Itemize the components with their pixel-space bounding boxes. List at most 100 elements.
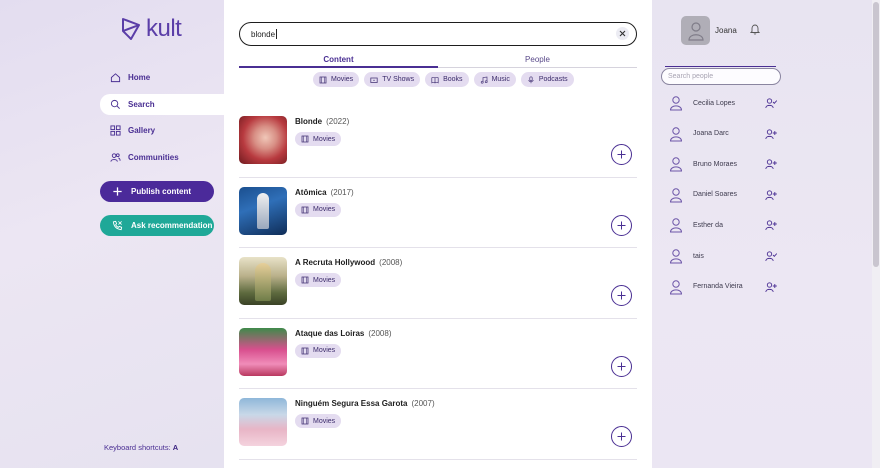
add-friend-icon[interactable] [765,281,777,293]
kult-logo-icon [122,18,140,40]
person-name[interactable]: Cecilia Lopes [693,100,765,107]
person-name[interactable]: Fernanda Vieira [693,283,765,290]
person-item[interactable]: Daniel Soares [667,186,777,204]
person-avatar[interactable] [667,155,685,173]
person-name[interactable]: Esther da [693,222,765,229]
sidebar-item-label: Search [128,100,155,109]
recommendation-icon [112,220,123,231]
close-icon [619,30,626,37]
following-icon[interactable] [765,97,777,109]
poster-image[interactable] [239,398,287,446]
publish-content-button[interactable]: Publish content [100,181,214,202]
tv-icon [370,77,378,83]
filter-chip-tv-shows[interactable]: TV Shows [364,72,421,87]
filter-chip-label: Books [443,76,463,83]
result-item[interactable]: Atômica (2017) Movies [239,178,637,248]
tab-content[interactable]: Content [239,55,438,64]
person-avatar[interactable] [667,125,685,143]
filter-chip-books[interactable]: Books [425,72,469,87]
plus-icon [617,150,626,159]
filter-chip-movies[interactable]: Movies [313,72,360,87]
user-icon [687,21,704,41]
person-avatar[interactable] [667,94,685,112]
add-button[interactable] [611,214,632,236]
search-input[interactable]: blonde [239,22,637,46]
bell-icon[interactable] [749,23,761,35]
profile-avatar[interactable] [681,16,710,45]
result-item[interactable]: Blonde (2022) Movies [239,107,637,178]
media-type-label: Movies [313,417,336,425]
person-avatar[interactable] [667,278,685,296]
person-avatar[interactable] [667,186,685,204]
add-friend-icon[interactable] [765,158,777,170]
add-button[interactable] [611,285,632,306]
poster-image[interactable] [239,327,287,376]
person-avatar[interactable] [667,216,685,234]
keyboard-shortcuts-label: Keyboard shortcuts: [104,443,171,452]
result-year: (2008) [379,258,403,267]
search-tabs: Content People [239,55,637,68]
poster-image[interactable] [239,257,287,305]
media-type-tag: Movies [295,273,342,287]
ask-recommendation-button[interactable]: Ask recommendation [100,215,214,236]
result-title-text: Ataque das Loiras [295,328,365,338]
result-title[interactable]: Ataque das Loiras (2008) [295,329,391,338]
add-friend-icon[interactable] [765,128,777,140]
clear-search-button[interactable] [616,27,629,40]
person-item[interactable]: Joana Darc [667,125,777,143]
left-sidebar: kult Home Search Gallery Communities Pub… [0,0,224,468]
result-title-text: A Recruta Hollywood [295,258,376,267]
tab-people[interactable]: People [438,55,637,64]
keyboard-shortcuts[interactable]: Keyboard shortcuts: A [104,443,178,452]
scrollbar[interactable] [872,0,880,468]
person-name[interactable]: tais [693,253,765,260]
sidebar-item-search[interactable]: Search [100,94,224,115]
logo[interactable]: kult [120,17,182,41]
person-name[interactable]: Daniel Soares [693,191,765,198]
gallery-icon [110,125,121,136]
person-item[interactable]: Fernanda Vieira [667,278,777,296]
sidebar-item-gallery[interactable]: Gallery [100,120,224,141]
plus-icon [617,221,626,229]
sidebar-item-label: Gallery [128,126,156,135]
text-cursor [276,29,278,39]
sidebar-item-home[interactable]: Home [100,67,224,88]
result-title[interactable]: Atômica (2017) [295,188,354,197]
film-icon [301,206,309,213]
person-item[interactable]: Cecilia Lopes [667,94,777,112]
result-item[interactable]: A Recruta Hollywood (2008) Movies [239,248,637,319]
filter-chip-music[interactable]: Music [473,72,516,87]
poster-image[interactable] [239,116,287,164]
main-content: blonde Content People Movies TV Shows Bo… [224,0,652,468]
result-title[interactable]: Ninguém Segura Essa Garota (2007) [295,399,435,408]
result-item[interactable]: Ninguém Segura Essa Garota (2007) Movies [239,389,637,460]
result-item[interactable]: Ataque das Loiras (2008) Movies [239,319,637,389]
scrollbar-thumb[interactable] [873,2,879,267]
person-item[interactable]: tais [667,247,777,265]
user-icon [669,279,683,295]
people-search-input[interactable]: Search people [661,68,781,85]
profile-name[interactable]: Joana [715,26,737,35]
sidebar-item-communities[interactable]: Communities [100,147,224,168]
media-type-label: Movies [313,206,336,213]
add-friend-icon[interactable] [765,189,777,201]
poster-image[interactable] [239,186,287,235]
media-type-tag: Movies [295,132,342,146]
result-year: (2022) [326,117,350,126]
result-title[interactable]: A Recruta Hollywood (2008) [295,258,402,267]
filter-chip-label: Podcasts [538,76,568,83]
poster-figure [255,263,271,301]
person-item[interactable]: Esther da [667,216,777,234]
add-friend-icon[interactable] [765,219,777,231]
sidebar-item-label: Communities [128,153,179,162]
person-name[interactable]: Bruno Moraes [693,161,765,168]
person-item[interactable]: Bruno Moraes [667,155,777,173]
add-button[interactable] [611,355,632,377]
filter-chip-podcasts[interactable]: Podcasts [520,72,574,87]
following-icon[interactable] [765,250,777,262]
person-avatar[interactable] [667,247,685,265]
result-title[interactable]: Blonde (2022) [295,117,349,126]
add-button[interactable] [611,426,632,447]
add-button[interactable] [611,144,632,165]
person-name[interactable]: Joana Darc [693,130,765,137]
